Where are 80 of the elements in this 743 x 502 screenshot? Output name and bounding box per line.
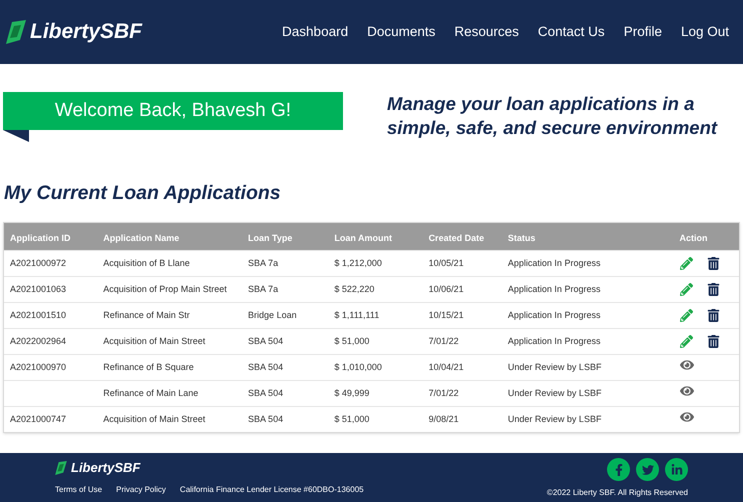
table-cell: 10/05/21 bbox=[428, 258, 464, 268]
table-cell: SBA 504 bbox=[248, 414, 284, 424]
table-cell: 10/15/21 bbox=[428, 310, 464, 320]
view-eye-icon[interactable] bbox=[680, 358, 694, 372]
table-cell: Under Review by LSBF bbox=[508, 414, 602, 424]
table-cell: Under Review by LSBF bbox=[508, 388, 602, 398]
table-cell: A2021000747 bbox=[10, 414, 66, 424]
logo-text[interactable]: LibertySBF bbox=[30, 16, 142, 48]
table-cell: SBA 504 bbox=[248, 336, 284, 346]
column-header: Action bbox=[680, 232, 708, 242]
logo-icon bbox=[6, 20, 26, 44]
table-cell: Bridge Loan bbox=[248, 310, 297, 320]
table-cell: Acquisition of Main Street bbox=[103, 414, 206, 424]
edit-pencil-icon[interactable] bbox=[680, 283, 692, 296]
table-cell: 9/08/21 bbox=[428, 414, 459, 424]
table-cell: Refinance of B Square bbox=[103, 362, 194, 372]
table-cell: $ 1,111,111 bbox=[334, 310, 380, 320]
table-cell: SBA 7a bbox=[248, 284, 278, 294]
nav-link[interactable]: Log Out bbox=[680, 22, 729, 42]
edit-pencil-icon[interactable] bbox=[680, 257, 692, 270]
edit-pencil-icon[interactable] bbox=[680, 335, 692, 348]
delete-trash-icon[interactable] bbox=[706, 257, 720, 270]
footer-link[interactable]: California Finance Lender License #60DBO-136005 bbox=[180, 484, 364, 496]
table-cell: SBA 7a bbox=[248, 258, 278, 268]
column-header: Application ID bbox=[10, 232, 70, 242]
footer-link[interactable]: Privacy Policy bbox=[116, 484, 166, 496]
delete-trash-icon[interactable] bbox=[706, 335, 720, 348]
table-cell: Refinance of Main Str bbox=[103, 310, 190, 320]
nav-link[interactable]: Resources bbox=[454, 22, 519, 42]
table-cell: 10/04/21 bbox=[428, 362, 464, 372]
column-header: Loan Amount bbox=[334, 232, 392, 242]
table-cell: Application In Progress bbox=[508, 284, 600, 294]
table-cell: $ 522,220 bbox=[334, 284, 374, 294]
copyright: ©2022 Liberty SBF. All Rights Reserved bbox=[546, 487, 688, 499]
logo-icon bbox=[55, 460, 67, 475]
nav-link[interactable]: Documents bbox=[367, 22, 436, 42]
table-cell: Refinance of Main Lane bbox=[103, 388, 198, 398]
welcome-banner: Welcome Back, Bhavesh G! bbox=[3, 92, 343, 130]
nav-link[interactable]: Contact Us bbox=[538, 22, 605, 42]
table-cell: Application In Progress bbox=[508, 336, 600, 346]
table-cell: $ 51,000 bbox=[334, 336, 370, 346]
column-header: Application Name bbox=[103, 232, 180, 242]
view-eye-icon[interactable] bbox=[680, 410, 694, 424]
linkedin-icon[interactable] bbox=[665, 458, 688, 481]
twitter-icon[interactable] bbox=[636, 458, 659, 481]
table-cell: A2021001510 bbox=[10, 310, 66, 320]
table-cell: $ 1,010,000 bbox=[334, 362, 382, 372]
table-cell: Under Review by LSBF bbox=[508, 362, 602, 372]
table-cell: A2021000972 bbox=[10, 258, 66, 268]
table-cell: SBA 504 bbox=[248, 362, 284, 372]
table-cell: 7/01/22 bbox=[428, 388, 459, 398]
delete-trash-icon[interactable] bbox=[706, 283, 720, 296]
section-heading: My Current Loan Applications bbox=[4, 181, 282, 205]
nav-link[interactable]: Profile bbox=[624, 22, 662, 42]
tagline: Manage your loan applications in a simple, safe, and secure environment bbox=[387, 92, 719, 140]
table-cell: $ 1,212,000 bbox=[334, 258, 382, 268]
edit-pencil-icon[interactable] bbox=[680, 309, 692, 322]
delete-trash-icon[interactable] bbox=[706, 309, 720, 322]
table-cell: $ 51,000 bbox=[334, 414, 370, 424]
table-cell: Acquisition of Main Street bbox=[103, 336, 206, 346]
table-cell: Acquisition of B Llane bbox=[103, 258, 190, 268]
nav-link[interactable]: Dashboard bbox=[282, 22, 348, 42]
table-cell: Application In Progress bbox=[508, 310, 600, 320]
table-cell: A2021000970 bbox=[10, 362, 66, 372]
table-cell: 10/06/21 bbox=[428, 284, 464, 294]
table-cell: A2022002964 bbox=[10, 336, 66, 346]
table-cell: SBA 504 bbox=[248, 388, 284, 398]
table-cell: $ 49,999 bbox=[334, 388, 370, 398]
column-header: Created Date bbox=[428, 232, 484, 242]
banner-fold bbox=[3, 130, 29, 142]
table-cell: Acquisition of Prop Main Street bbox=[103, 284, 227, 294]
footer-link[interactable]: Terms of Use bbox=[55, 484, 102, 496]
table-cell: Application In Progress bbox=[508, 258, 600, 268]
table-cell: A2021001063 bbox=[10, 284, 66, 294]
column-header: Loan Type bbox=[248, 232, 292, 242]
logo-text[interactable]: LibertySBF bbox=[71, 458, 140, 478]
column-header: Status bbox=[508, 232, 536, 242]
table-cell: 7/01/22 bbox=[428, 336, 459, 346]
view-eye-icon[interactable] bbox=[680, 384, 694, 398]
facebook-icon[interactable] bbox=[607, 458, 630, 481]
